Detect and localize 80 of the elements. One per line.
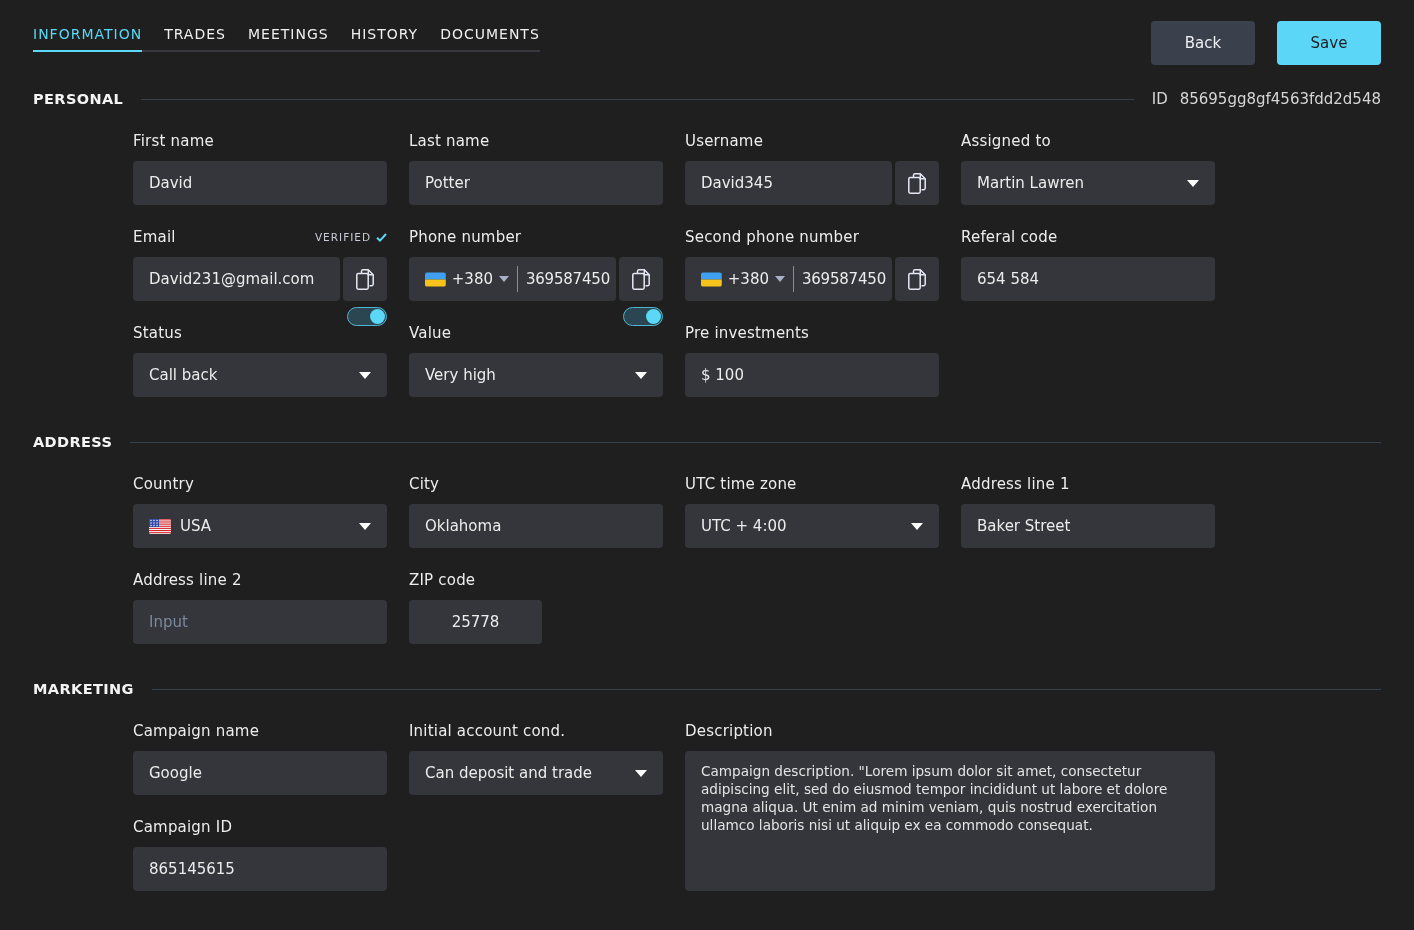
field-label: Status [133, 323, 182, 343]
phone-number: 369587450 [525, 270, 610, 288]
field-label: Assigned to [961, 131, 1051, 151]
flag-icon [425, 271, 446, 287]
field-label: ZIP code [409, 570, 476, 590]
copy-icon [356, 268, 374, 290]
copy-icon [908, 172, 926, 194]
field-label: Address line 1 [961, 474, 1070, 494]
copy-icon [632, 268, 650, 290]
dropdown[interactable]: Call back [133, 353, 387, 397]
copy-button[interactable] [619, 257, 663, 301]
phone-number: 369587450 [801, 270, 886, 288]
input-field[interactable]: David [133, 161, 387, 205]
id-label: ID [1151, 90, 1168, 108]
section-heading: ADDRESS [33, 434, 113, 450]
input-field[interactable]: Potter [409, 161, 663, 205]
field-label: Phone number [409, 227, 522, 247]
input-field[interactable]: David345 [685, 161, 892, 205]
field-label: Email [133, 227, 176, 247]
save-button[interactable]: Save [1277, 21, 1381, 65]
field-label: Username [685, 131, 764, 151]
copy-icon [908, 268, 926, 290]
field-label: Description [685, 721, 773, 741]
section-heading: MARKETING [33, 681, 134, 697]
dropdown[interactable]: UTC + 4:00 [685, 504, 939, 548]
caret-icon [359, 522, 371, 530]
input-field[interactable]: 25778 [409, 600, 542, 644]
id-value: 85695gg8gf4563fdd2d548 [1179, 90, 1381, 108]
caret-icon [498, 276, 509, 282]
field-label: Country [133, 474, 194, 494]
section-heading: PERSONAL [33, 91, 124, 107]
copy-button[interactable] [343, 257, 387, 301]
verified-label: VERIFIED [314, 231, 371, 243]
field-label: Referal code [961, 227, 1058, 247]
phone-field[interactable]: +380 369587450 [409, 257, 616, 301]
toggle-switch[interactable] [347, 307, 387, 326]
copy-button[interactable] [895, 257, 939, 301]
field-label: UTC time zone [685, 474, 797, 494]
field-label: Second phone number [685, 227, 860, 247]
dropdown[interactable]: USA [133, 504, 387, 548]
copy-button[interactable] [895, 161, 939, 205]
field-label: Address line 2 [133, 570, 242, 590]
field-label: First name [133, 131, 214, 151]
country-code-dropdown[interactable]: +380 [451, 270, 509, 288]
input-field[interactable]: David231@gmail.com [133, 257, 340, 301]
check-icon [376, 232, 387, 242]
field-label: Campaign ID [133, 817, 233, 837]
caret-icon [911, 522, 923, 530]
input-field[interactable]: Baker Street [961, 504, 1215, 548]
country-code-dropdown[interactable]: +380 [727, 270, 785, 288]
toggle-switch[interactable] [623, 307, 663, 326]
tab[interactable]: INFORMATION [33, 25, 143, 52]
description-field[interactable]: Campaign description. "Lorem ipsum dolor sit amet, consectetur adipiscing elit, sed do eiusmod tempor incididunt ut labore et dolore magna aliqua. Ut enim ad minim veniam, quis nostrud exercitation ullamco laboris nisi ut aliquip ex ea commodo consequat. [685, 751, 1215, 891]
flag-icon [149, 518, 171, 534]
caret-icon [635, 371, 647, 379]
back-button[interactable]: Back [1151, 21, 1255, 65]
tab[interactable]: TRADES [164, 25, 226, 52]
phone-field[interactable]: +380 369587450 [685, 257, 892, 301]
input-field[interactable]: Google [133, 751, 387, 795]
field-label: Campaign name [133, 721, 260, 741]
field-label: Value [409, 323, 452, 343]
input-field[interactable]: 865145615 [133, 847, 387, 891]
field-label: Last name [409, 131, 490, 151]
field-label: City [409, 474, 440, 494]
caret-icon [359, 371, 371, 379]
flag-icon [701, 271, 722, 287]
dropdown[interactable]: Very high [409, 353, 663, 397]
caret-icon [774, 276, 785, 282]
caret-icon [635, 769, 647, 777]
caret-icon [1187, 179, 1199, 187]
input-field[interactable]: Oklahoma [409, 504, 663, 548]
tab[interactable]: HISTORY [350, 25, 419, 52]
tab[interactable]: DOCUMENTS [440, 25, 540, 52]
tab[interactable]: MEETINGS [247, 25, 329, 52]
input-field[interactable]: $ 100 [685, 353, 939, 397]
dropdown[interactable]: Martin Lawren [961, 161, 1215, 205]
field-label: Initial account cond. [409, 721, 566, 741]
input-field[interactable]: 654 584 [961, 257, 1215, 301]
dropdown[interactable]: Can deposit and trade [409, 751, 663, 795]
field-label: Pre investments [685, 323, 810, 343]
